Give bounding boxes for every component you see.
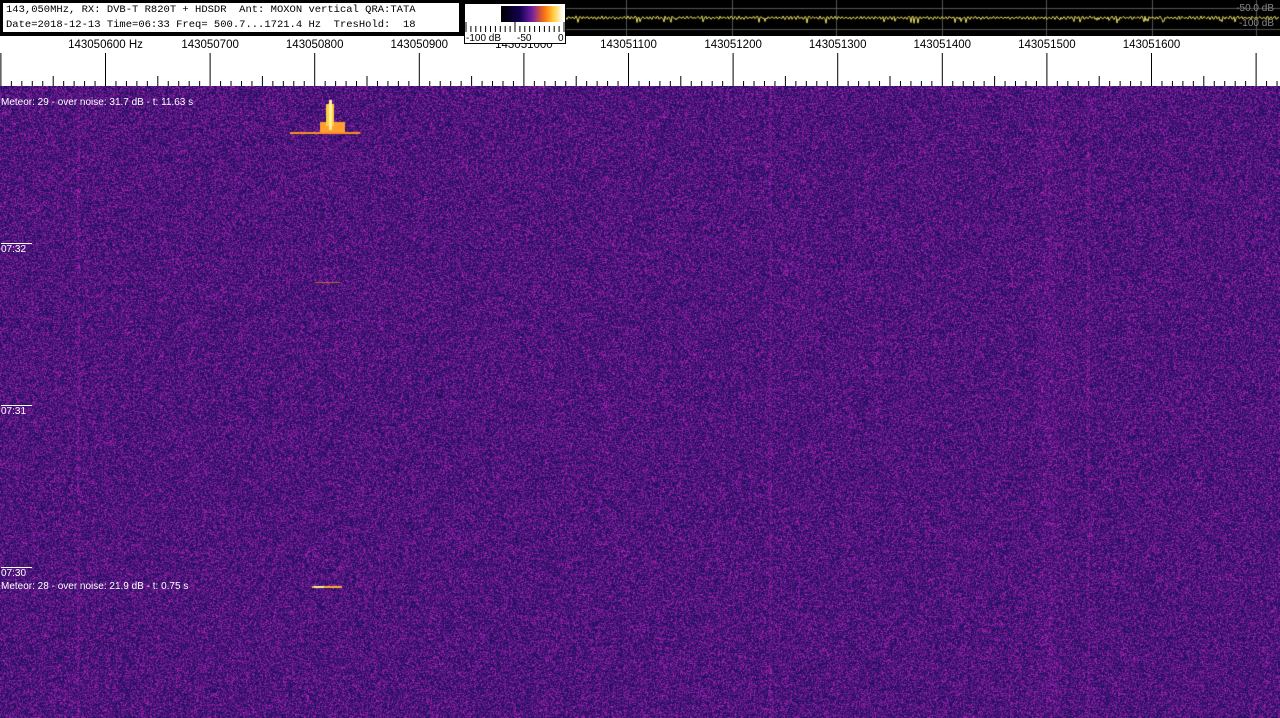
frequency-label: 143051400 (914, 39, 972, 51)
frequency-ruler: 143050600 Hz 143050700 143050800 143050900 1… (0, 36, 1280, 86)
frequency-label: 143050900 (391, 39, 449, 51)
time-marker: 07:31 (1, 405, 32, 417)
time-marker: 07:30 (1, 567, 32, 579)
header-bar: 143,050MHz, RX: DVB-T R820T + HDSDR Ant:… (0, 0, 1280, 36)
info-line-1: 143,050MHz, RX: DVB-T R820T + HDSDR Ant:… (6, 3, 459, 18)
legend-label: 0 (558, 33, 564, 44)
station-info: 143,050MHz, RX: DVB-T R820T + HDSDR Ant:… (2, 2, 460, 33)
legend-label: -100 dB (466, 33, 501, 44)
frequency-label: 143051300 (809, 39, 867, 51)
frequency-label: 143051500 (1018, 39, 1076, 51)
spectrum-trace (566, 0, 1280, 36)
frequency-label: 143051200 (704, 39, 762, 51)
level-label-low: -100 dB (1239, 18, 1274, 29)
color-scale-legend: -100 dB -50 0 (464, 3, 566, 44)
color-gradient (501, 6, 563, 22)
legend-ticks (465, 22, 565, 33)
frequency-label: 143051600 (1123, 39, 1181, 51)
meteor-annotation: Meteor: 29 - over noise: 31.7 dB - t: 11… (1, 97, 193, 108)
level-label-high: -50.0 dB (1236, 3, 1274, 14)
frequency-label: 143050700 (181, 39, 239, 51)
frequency-label: 143050600 Hz (68, 39, 143, 51)
info-line-2: Date=2018-12-13 Time=06:33 Freq= 500.7..… (6, 18, 459, 33)
legend-label: -50 (517, 33, 531, 44)
frequency-label: 143050800 (286, 39, 344, 51)
time-marker: 07:32 (1, 243, 32, 255)
meteor-annotation: Meteor: 28 - over noise: 21.9 dB - t: 0.… (1, 581, 188, 592)
frequency-label: 143051100 (600, 39, 657, 51)
waterfall-display[interactable] (0, 86, 1280, 718)
